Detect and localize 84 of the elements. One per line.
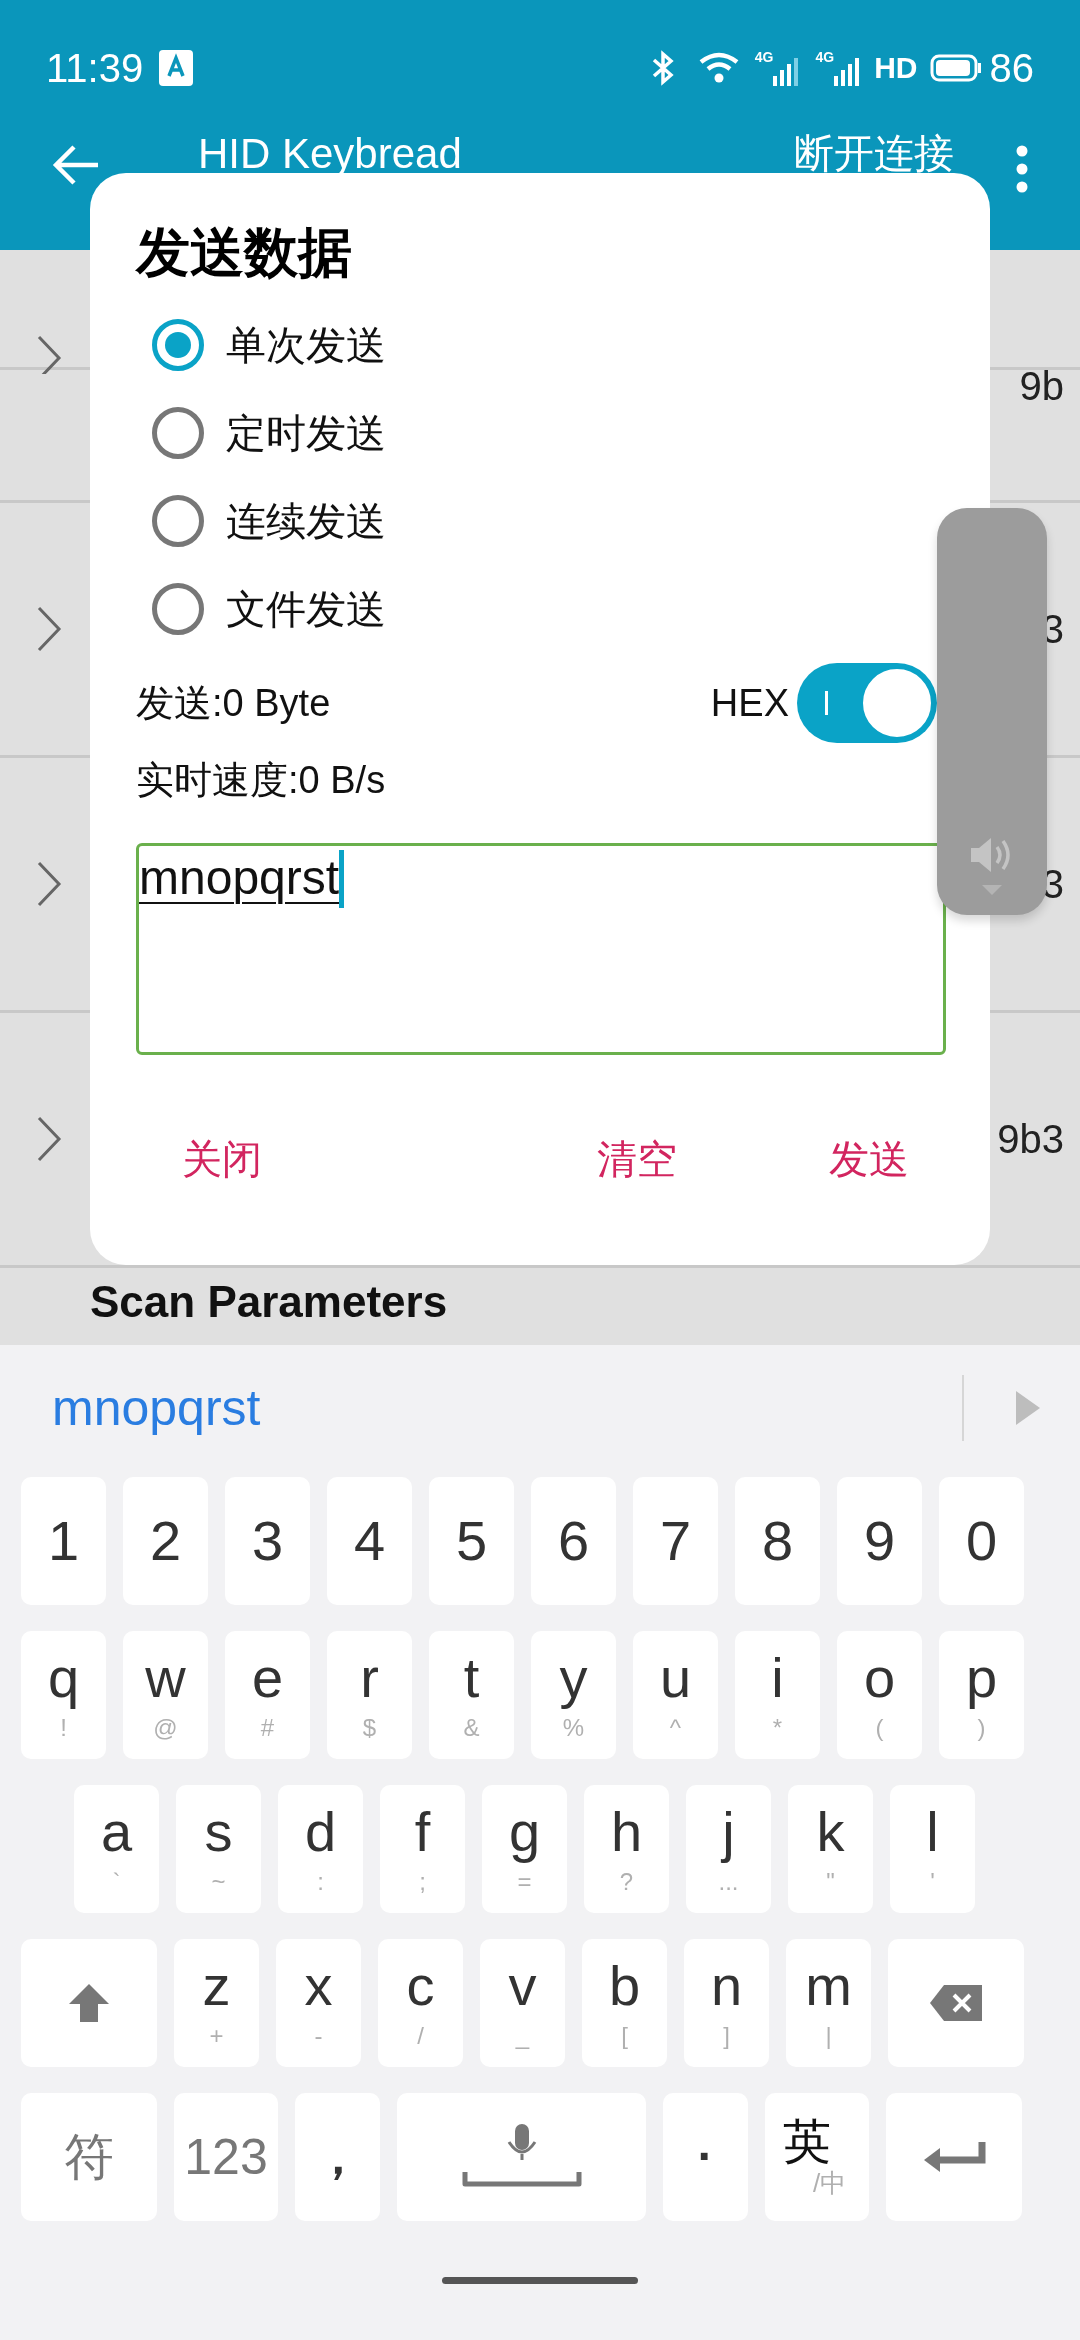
keyboard-key[interactable]: · [663, 2093, 748, 2221]
keyboard-key[interactable]: x - [276, 1939, 361, 2067]
status-time: 11:39 [46, 44, 144, 92]
dialog-button[interactable]: 清空 [581, 1129, 693, 1189]
keyboard-key[interactable]: n ] [684, 1939, 769, 2067]
chevron-right-icon [36, 1115, 62, 1163]
signal-icon [834, 57, 861, 86]
shift-key[interactable] [21, 1939, 157, 2067]
suggestion-word[interactable]: mnopqrst [52, 1370, 261, 1446]
keyboard-key[interactable]: 0 [939, 1477, 1024, 1605]
keyboard-key[interactable]: u ^ [633, 1631, 718, 1759]
keyboard-key[interactable]: t & [429, 1631, 514, 1759]
keyboard-key[interactable]: s ~ [176, 1785, 261, 1913]
app-title: HID Keybread [198, 133, 462, 175]
keyboard-key[interactable]: 7 [633, 1477, 718, 1605]
dialog-button[interactable]: 关闭 [166, 1129, 278, 1189]
keyboard-key[interactable]: v _ [480, 1939, 565, 2067]
keyboard-key[interactable]: q ! [21, 1631, 106, 1759]
row-value: 9b3 [997, 1116, 1064, 1163]
keyboard-key[interactable]: 4 [327, 1477, 412, 1605]
keyboard-key[interactable]: w @ [123, 1631, 208, 1759]
keyboard-key[interactable]: z + [174, 1939, 259, 2067]
battery-icon [929, 53, 982, 82]
keyboard-key[interactable]: a ` [74, 1785, 159, 1913]
keyboard-key[interactable]: c / [378, 1939, 463, 2067]
keyboard-key[interactable]: 符 [21, 2093, 157, 2221]
data-input-field[interactable]: mnopqrst [136, 843, 946, 1055]
keyboard-key[interactable]: 6 [531, 1477, 616, 1605]
caret-down-icon [982, 885, 1002, 895]
hex-toggle[interactable] [797, 663, 937, 743]
keyboard-key[interactable]: m | [786, 1939, 871, 2067]
chevron-right-icon [36, 334, 62, 374]
keyboard-key[interactable]: 1 [21, 1477, 106, 1605]
chevron-right-icon [36, 860, 62, 908]
keyboard-key[interactable]: o ( [837, 1631, 922, 1759]
hd-label: HD [874, 50, 918, 86]
keyboard-key[interactable]: j ... [686, 1785, 771, 1913]
hex-label: HEX [710, 680, 789, 726]
keyboard-key[interactable]: 3 [225, 1477, 310, 1605]
chevron-right-icon [36, 605, 62, 653]
signal-icon [773, 57, 800, 86]
more-icon[interactable] [1016, 145, 1028, 193]
backspace-icon [928, 1983, 984, 2023]
speed-reading: 实时速度:0 B/s [136, 761, 387, 799]
network-type-label: 4G [815, 49, 835, 64]
enter-key[interactable] [886, 2093, 1022, 2221]
radio-option[interactable]: 单次发送 [136, 301, 386, 389]
wifi-icon [698, 51, 739, 84]
language-key[interactable]: 英 /中 [765, 2093, 869, 2221]
keyboard-key[interactable]: r $ [327, 1631, 412, 1759]
keyboard-key[interactable]: 9 [837, 1477, 922, 1605]
keyboard-key[interactable]: 123 [174, 2093, 278, 2221]
keyboard-key[interactable]: 8 [735, 1477, 820, 1605]
keyboard-key[interactable]: 5 [429, 1477, 514, 1605]
radio-option[interactable]: 定时发送 [136, 389, 386, 477]
keyboard-key[interactable]: y % [531, 1631, 616, 1759]
notification-icon [159, 49, 194, 86]
radio-option[interactable]: 连续发送 [136, 477, 386, 565]
keyboard-key[interactable]: h ? [584, 1785, 669, 1913]
sent-bytes: 发送:0 Byte [136, 680, 331, 726]
keyboard-key[interactable]: l ' [890, 1785, 975, 1913]
space-key[interactable] [397, 2093, 646, 2221]
section-heading: Scan Parameters [90, 1277, 448, 1326]
backspace-key[interactable] [888, 1939, 1024, 2067]
row-value: 9b [1019, 363, 1064, 410]
keyboard-key[interactable]: p ) [939, 1631, 1024, 1759]
keyboard-key[interactable]: e # [225, 1631, 310, 1759]
enter-icon [922, 2140, 986, 2174]
back-icon[interactable] [52, 145, 100, 185]
keyboard-key[interactable]: g = [482, 1785, 567, 1913]
battery-level: 86 [989, 44, 1034, 92]
dialog-button[interactable]: 发送 [813, 1129, 925, 1189]
bluetooth-icon [650, 49, 675, 86]
radio-option[interactable]: 文件发送 [136, 565, 386, 653]
keyboard-key[interactable]: f ; [380, 1785, 465, 1913]
dialog-title: 发送数据 [136, 225, 353, 279]
keyboard-key[interactable]: ， [295, 2093, 380, 2221]
shift-icon [67, 1982, 111, 2024]
keyboard-key[interactable]: k " [788, 1785, 873, 1913]
keyboard-key[interactable]: i * [735, 1631, 820, 1759]
keyboard-key[interactable]: b [ [582, 1939, 667, 2067]
network-type-label: 4G [754, 49, 774, 64]
keyboard-key[interactable]: 2 [123, 1477, 208, 1605]
keyboard-key[interactable]: d : [278, 1785, 363, 1913]
